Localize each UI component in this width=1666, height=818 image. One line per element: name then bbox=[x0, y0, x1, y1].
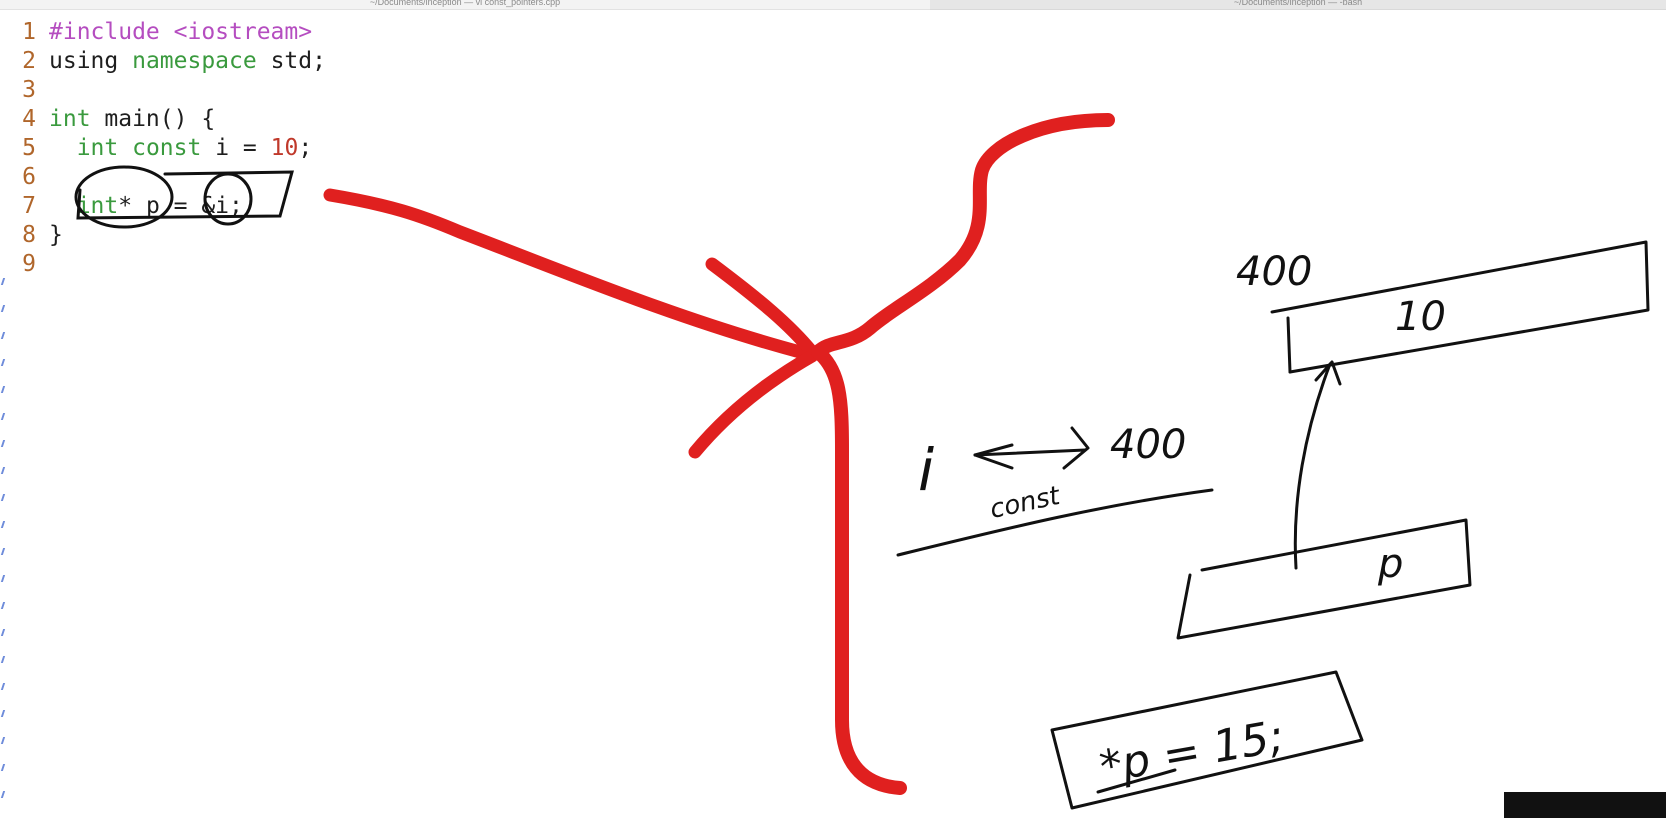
code-token: int bbox=[76, 135, 119, 161]
line-number: 8 bbox=[22, 222, 36, 248]
tilde-marker bbox=[0, 656, 9, 663]
code-token: int bbox=[49, 106, 91, 132]
code-token: using bbox=[49, 48, 133, 74]
line-number: 3 bbox=[22, 77, 36, 103]
line-source: using namespace std; bbox=[36, 47, 326, 76]
tilde-marker bbox=[0, 440, 9, 447]
code-line[interactable]: 3 bbox=[0, 76, 49, 105]
code-line[interactable]: 6 bbox=[0, 163, 49, 192]
line-number: 2 bbox=[22, 48, 36, 74]
line-number: 4 bbox=[22, 106, 36, 132]
empty-line-markers bbox=[0, 278, 12, 818]
line-source: } bbox=[36, 221, 63, 250]
tab-bash[interactable]: ~/Documents/inception — -bash bbox=[930, 0, 1666, 10]
tilde-marker bbox=[0, 359, 9, 366]
tilde-marker bbox=[0, 791, 9, 798]
line-number: 5 bbox=[22, 135, 36, 161]
tilde-marker bbox=[0, 305, 9, 312]
line-source: int main() { bbox=[36, 105, 215, 134]
line-source: int const i = 10; bbox=[36, 134, 312, 163]
code-line[interactable]: 2 using namespace std; bbox=[0, 47, 326, 76]
line-source: #include <iostream> bbox=[36, 18, 312, 47]
code-line[interactable]: 1 #include <iostream> bbox=[0, 18, 312, 47]
tilde-marker bbox=[0, 710, 9, 717]
vi-editor[interactable]: 1 #include <iostream> 2 using namespace std… bbox=[0, 10, 1666, 818]
code-line[interactable]: 8} bbox=[0, 221, 63, 250]
code-line[interactable]: 4 int main() { bbox=[0, 105, 215, 134]
code-token: ; bbox=[298, 135, 313, 161]
line-number: 9 bbox=[22, 251, 36, 277]
window-titlebar: ~/Documents/inception — vi const_pointer… bbox=[0, 0, 1666, 10]
tilde-marker bbox=[0, 602, 9, 609]
tab-vi-editor[interactable]: ~/Documents/inception — vi const_pointer… bbox=[0, 0, 930, 10]
tilde-marker bbox=[0, 494, 9, 501]
tilde-marker bbox=[0, 521, 9, 528]
code-line[interactable]: 9 bbox=[0, 250, 49, 279]
code-token: main() { bbox=[90, 106, 216, 132]
tilde-marker bbox=[0, 575, 9, 582]
code-line[interactable]: 5 int const i = 10; bbox=[0, 134, 312, 163]
tilde-marker bbox=[0, 332, 9, 339]
code-token: int bbox=[76, 193, 119, 219]
tilde-marker bbox=[0, 737, 9, 744]
code-token: 10 bbox=[270, 135, 299, 161]
code-token: #include <iostream> bbox=[49, 19, 313, 45]
code-token: namespace bbox=[132, 48, 257, 74]
code-line[interactable]: 7 int* p = &i; bbox=[0, 192, 243, 221]
tilde-marker bbox=[0, 764, 9, 771]
tilde-marker bbox=[0, 629, 9, 636]
tilde-marker bbox=[0, 548, 9, 555]
code-token: * p = &i; bbox=[118, 193, 243, 219]
code-token: std; bbox=[256, 48, 326, 74]
tilde-marker bbox=[0, 683, 9, 690]
line-source: int* p = &i; bbox=[36, 192, 243, 221]
tilde-marker bbox=[0, 386, 9, 393]
code-token: i = bbox=[201, 135, 271, 161]
line-number: 7 bbox=[22, 193, 36, 219]
tilde-marker bbox=[0, 467, 9, 474]
tilde-marker bbox=[0, 413, 9, 420]
line-number: 1 bbox=[22, 19, 36, 45]
terminal-corner bbox=[1504, 792, 1666, 818]
code-token: const bbox=[132, 135, 202, 161]
tilde-marker bbox=[0, 278, 9, 285]
code-token: } bbox=[49, 222, 63, 248]
line-number: 6 bbox=[22, 164, 36, 190]
